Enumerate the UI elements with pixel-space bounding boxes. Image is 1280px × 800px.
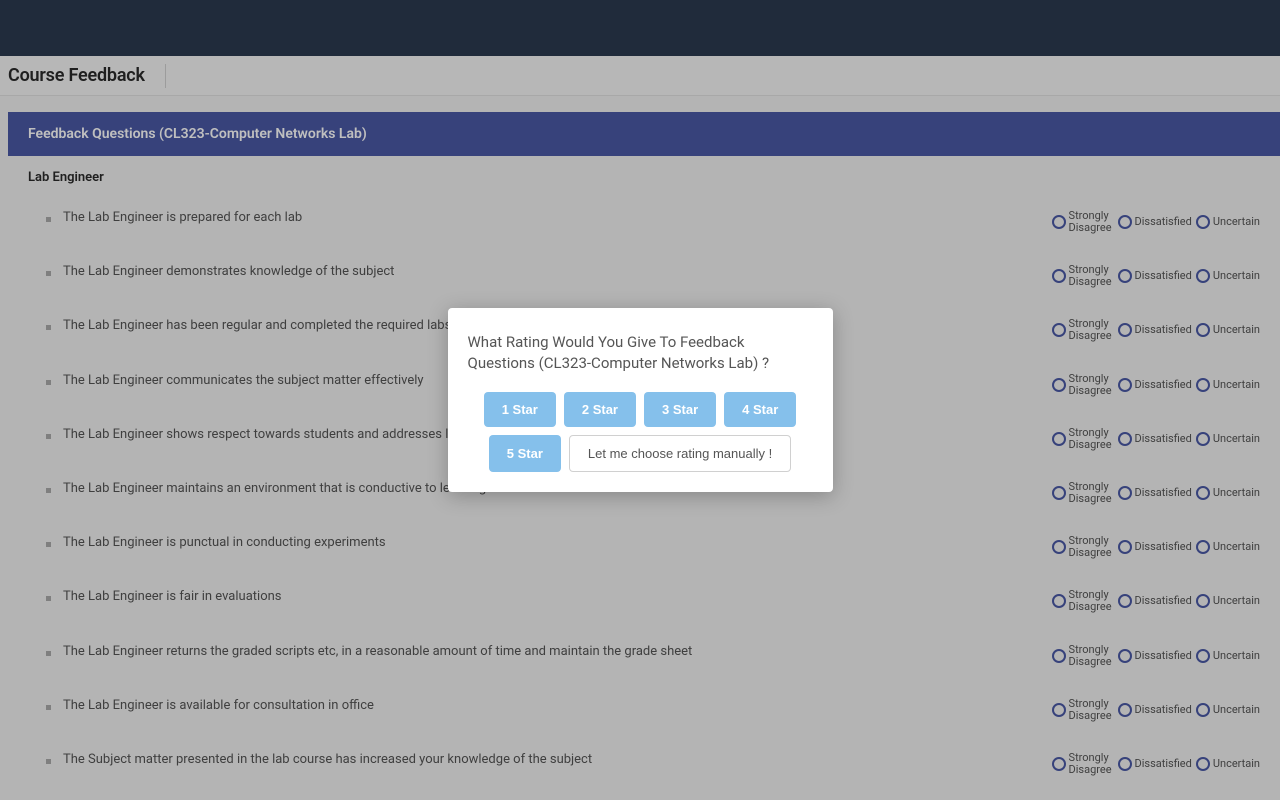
star-2-button[interactable]: 2 Star	[564, 392, 636, 427]
modal-overlay: What Rating Would You Give To Feedback Q…	[0, 0, 1280, 800]
star-5-button[interactable]: 5 Star	[489, 435, 561, 472]
modal-buttons: 1 Star 2 Star 3 Star 4 Star 5 Star Let m…	[468, 392, 813, 472]
manual-rating-button[interactable]: Let me choose rating manually !	[569, 435, 791, 472]
star-1-button[interactable]: 1 Star	[484, 392, 556, 427]
rating-modal: What Rating Would You Give To Feedback Q…	[448, 308, 833, 492]
modal-title: What Rating Would You Give To Feedback Q…	[468, 332, 813, 374]
star-3-button[interactable]: 3 Star	[644, 392, 716, 427]
star-4-button[interactable]: 4 Star	[724, 392, 796, 427]
